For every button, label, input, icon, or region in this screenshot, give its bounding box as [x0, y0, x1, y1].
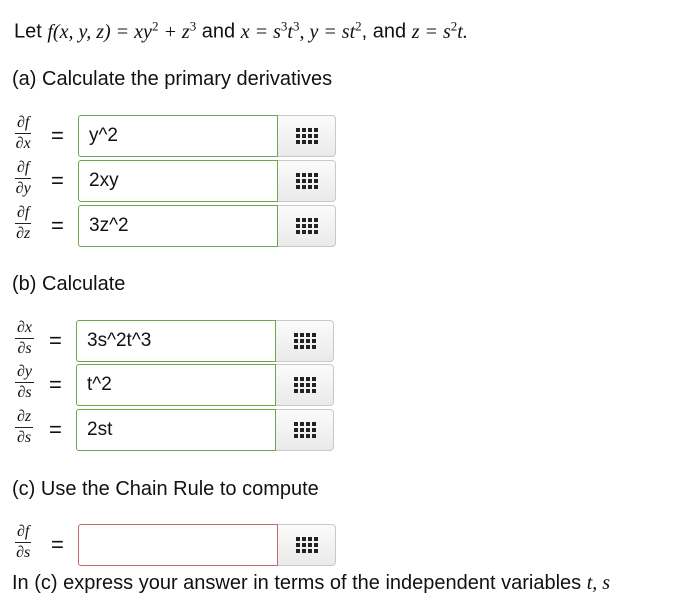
math-palette-button[interactable]: [276, 320, 334, 362]
equals-sign: =: [51, 213, 64, 238]
df-dy-input[interactable]: [78, 160, 278, 202]
part-c-heading: (c) Use the Chain Rule to compute: [12, 478, 319, 500]
grid-icon: [295, 173, 318, 189]
x-definition: x = s3t3, y = st2: [240, 18, 362, 43]
df-dx-input[interactable]: [78, 115, 278, 157]
dy-ds-input[interactable]: [76, 364, 276, 406]
dx-ds-input[interactable]: [76, 320, 276, 362]
equals-sign: =: [51, 123, 64, 148]
and-text-2: , and: [361, 20, 407, 43]
part-b-heading: (b) Calculate: [12, 273, 126, 295]
math-palette-button[interactable]: [276, 409, 334, 451]
equals-sign: =: [51, 168, 64, 193]
dz-ds-input[interactable]: [76, 409, 276, 451]
equals-sign: =: [49, 372, 62, 397]
derivative-dx-ds: ∂x ∂s: [15, 319, 35, 357]
f-definition: f(x, y, z) = xy2 + z3: [47, 18, 197, 43]
derivative-dy-ds: ∂y ∂s: [15, 363, 35, 401]
df-ds-input[interactable]: [78, 524, 278, 566]
math-palette-button[interactable]: [278, 160, 336, 202]
note-variables: t, s: [586, 572, 611, 594]
derivative-dz-ds: ∂z ∂s: [15, 408, 34, 446]
equals-sign: =: [49, 417, 62, 442]
derivative-df-dy: ∂f ∂y: [15, 159, 32, 197]
grid-icon: [293, 422, 316, 438]
equals-sign: =: [51, 532, 64, 557]
let-text: Let: [14, 20, 42, 43]
derivative-df-dx: ∂f ∂x: [15, 114, 32, 152]
grid-icon: [293, 333, 316, 349]
df-dz-input[interactable]: [78, 205, 278, 247]
problem-statement: Let f(x, y, z) = xy2 + z3 and x = s3t3, …: [14, 18, 468, 44]
z-definition: z = s2t.: [411, 18, 468, 43]
derivative-df-dz: ∂f ∂z: [15, 204, 32, 242]
grid-icon: [295, 128, 318, 144]
derivative-df-ds: ∂f ∂s: [15, 523, 32, 561]
grid-icon: [295, 537, 318, 553]
part-a-heading: (a) Calculate the primary derivatives: [12, 68, 333, 90]
grid-icon: [293, 377, 316, 393]
math-palette-button[interactable]: [278, 205, 336, 247]
part-c-note: In (c) express your answer in terms of t…: [12, 572, 611, 594]
math-palette-button[interactable]: [276, 364, 334, 406]
math-palette-button[interactable]: [278, 524, 336, 566]
equals-sign: =: [49, 328, 62, 353]
and-text-1: and: [201, 20, 236, 43]
grid-icon: [295, 218, 318, 234]
math-palette-button[interactable]: [278, 115, 336, 157]
